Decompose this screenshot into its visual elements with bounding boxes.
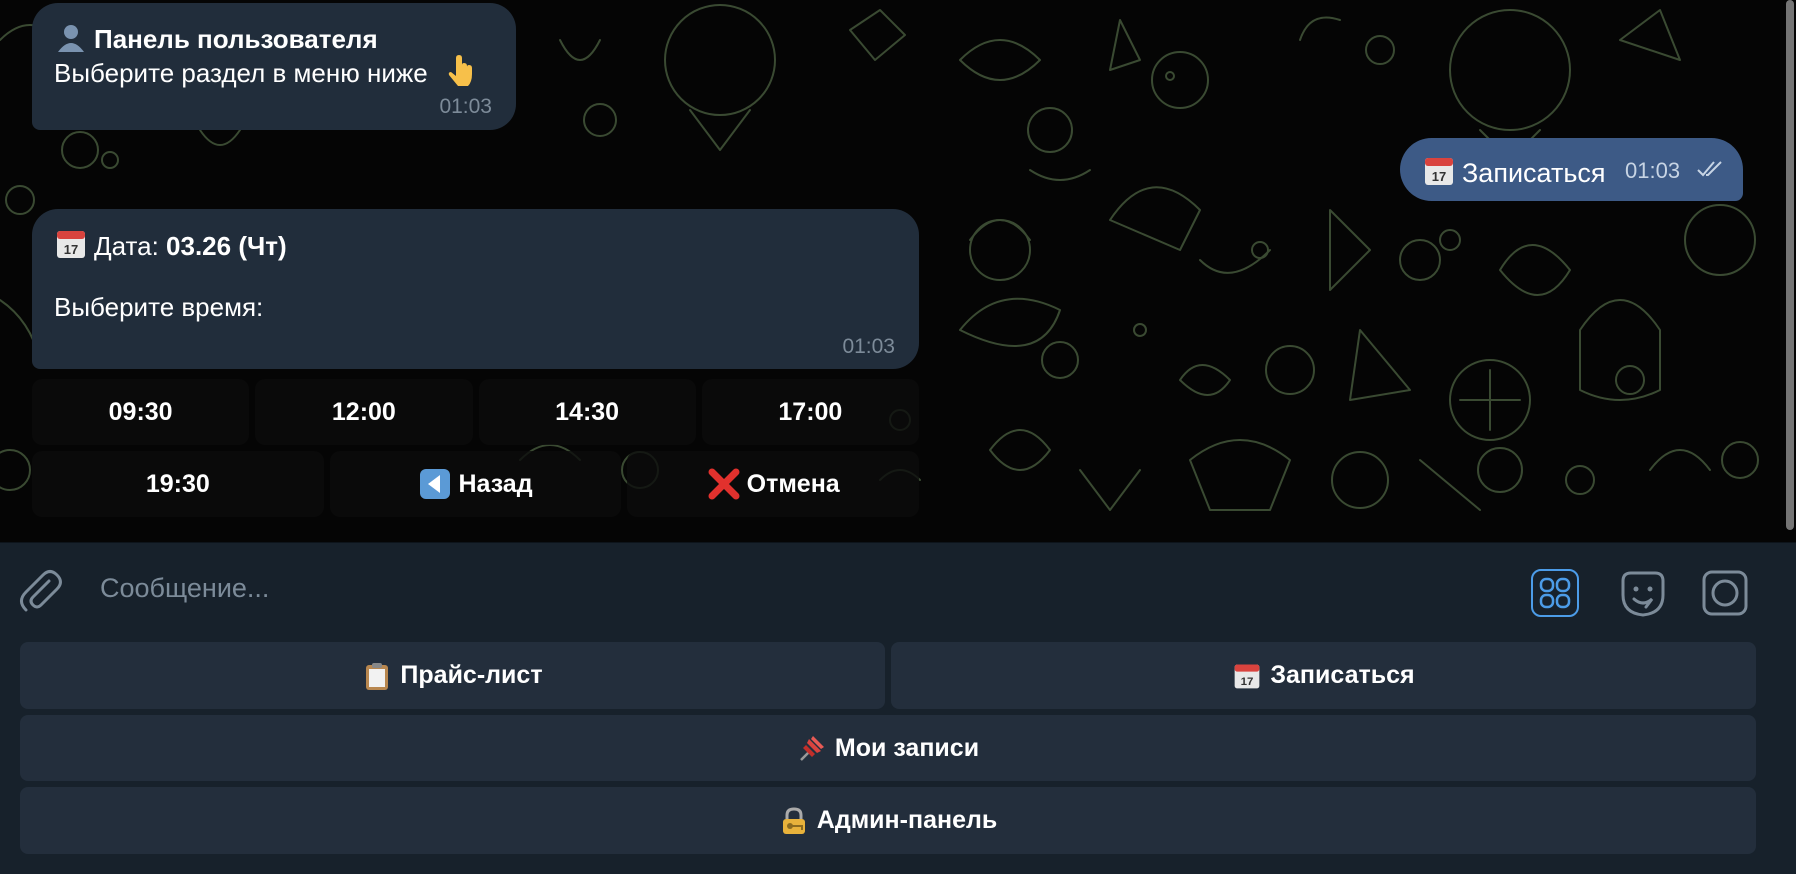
svg-text:17: 17 [64, 242, 78, 257]
outgoing-message-time: 01:03 [1625, 158, 1681, 183]
pointing-down-icon [448, 55, 472, 86]
my-bookings-button[interactable]: Мои записи [20, 715, 1756, 781]
user-silhouette-icon [58, 25, 84, 52]
price-list-label: Прайс-лист [400, 661, 543, 689]
message-title: Панель пользователя [94, 24, 378, 54]
message-bubble[interactable]: Панель пользователя Выберите раздел в ме… [32, 3, 516, 130]
chat-scrollbar[interactable] [1786, 0, 1794, 530]
pushpin-icon [800, 736, 824, 761]
calendar-icon: 17 [1235, 664, 1260, 688]
message-input-bar [0, 542, 1796, 632]
message-time: 01:03 [439, 95, 492, 118]
time-slot-button[interactable]: 09:30 [32, 379, 250, 445]
time-slot-button[interactable]: 17:00 [701, 379, 919, 445]
calendar-icon: 17 [1425, 158, 1453, 185]
clipboard-icon [366, 662, 389, 690]
sticker-icon[interactable] [1617, 569, 1669, 619]
inline-keyboard-row: 19:30 Назад Отмена [32, 451, 920, 517]
calendar-icon: 17 [57, 231, 85, 258]
cancel-button[interactable]: Отмена [627, 451, 920, 517]
admin-panel-button[interactable]: Админ-панель [20, 787, 1756, 854]
time-slot-button[interactable]: 12:00 [255, 379, 473, 445]
message-bubble[interactable]: 17 Дата: 03.26 (Чт) Выберите время: 01:0… [32, 209, 919, 369]
outgoing-message-bubble[interactable]: 17 Записаться 01:03 [1400, 138, 1743, 201]
message-title-line: Панель пользователя [54, 20, 378, 55]
message-text: Выберите раздел в меню ниже [54, 58, 428, 88]
back-button-label: Назад [458, 469, 533, 498]
back-arrow-icon [420, 469, 451, 499]
red-cross-icon [708, 468, 740, 500]
double-check-read-icon [1697, 161, 1722, 177]
inline-keyboard-row: 09:30 12:00 14:30 17:00 [32, 379, 919, 445]
svg-text:17: 17 [1241, 675, 1254, 687]
message-input[interactable] [100, 565, 1500, 611]
outgoing-message-text-line: 17 Записаться [1422, 154, 1606, 189]
lock-with-key-icon [782, 806, 805, 834]
message-text: Выберите время: [54, 292, 264, 322]
message-time: 01:03 [842, 335, 895, 358]
cancel-button-label: Отмена [746, 469, 840, 498]
time-slot-button[interactable]: 19:30 [32, 451, 324, 517]
time-slot-button[interactable]: 14:30 [478, 379, 696, 445]
date-label: Дата: [94, 231, 159, 261]
book-button-label: Записаться [1270, 661, 1415, 689]
chat-area[interactable]: Панель пользователя Выберите раздел в ме… [0, 0, 1796, 542]
outgoing-message-text: Записаться [1462, 158, 1606, 188]
admin-panel-label: Админ-панель [816, 806, 998, 834]
keyboard-grid-icon [1539, 577, 1571, 609]
video-message-icon[interactable] [1701, 569, 1749, 617]
date-value: 03.26 (Чт) [166, 231, 287, 261]
reply-keyboard: Прайс-лист 17 Записаться Мои записи Адми… [0, 632, 1796, 874]
my-bookings-label: Мои записи [834, 733, 980, 762]
paperclip-icon[interactable] [16, 567, 64, 615]
date-line: 17 Дата: 03.26 (Чт) [54, 227, 287, 262]
svg-text:17: 17 [1432, 169, 1446, 184]
price-list-button[interactable]: Прайс-лист [20, 642, 885, 709]
keyboard-toggle-button[interactable] [1531, 569, 1579, 617]
book-button[interactable]: 17 Записаться [891, 642, 1756, 709]
back-button[interactable]: Назад [329, 451, 622, 517]
message-text-line: Выберите раздел в меню ниже [54, 54, 483, 89]
